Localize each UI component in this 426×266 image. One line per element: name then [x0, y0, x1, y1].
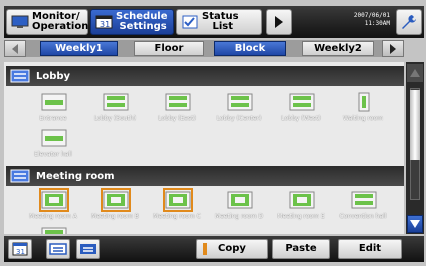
unit-label: Lobby (South) [93, 115, 137, 122]
top-toolbar: Monitor/ Operation 31 Schedule Settings … [4, 6, 424, 38]
copy-indicator [203, 243, 207, 255]
unit-label: Entrance [39, 115, 67, 122]
unit-elevator-hall[interactable]: Elevator hall [22, 128, 84, 162]
indoor-unit-icon [41, 93, 67, 111]
unit-meeting-room-b[interactable]: Meeting room B [84, 188, 146, 224]
indoor-unit-icon [289, 93, 315, 111]
next-page-button[interactable] [266, 9, 292, 35]
wrench-icon [402, 15, 416, 29]
tab-next-button[interactable] [382, 40, 404, 57]
unit-lobby-east[interactable]: Lobby (East) [146, 92, 208, 126]
block-icon [80, 244, 96, 254]
unit-label: Meeting room E [277, 213, 325, 220]
tab-weekly2[interactable]: Weekly2 [302, 41, 374, 56]
arrow-up-icon [410, 69, 420, 77]
unit-label: Elevator hall [34, 151, 72, 158]
calendar-icon: 31 [95, 15, 113, 29]
unit-waiting-room[interactable]: Waiting room [332, 92, 394, 126]
indoor-unit-icon [41, 227, 67, 234]
tab-floor[interactable]: Floor [134, 41, 204, 56]
arrow-right-icon [390, 43, 396, 54]
unit-label: Meeting room C [153, 213, 201, 220]
indoor-unit-icon [289, 191, 315, 209]
group-header-meeting-room[interactable]: Meeting room [6, 166, 404, 186]
edit-button[interactable]: Edit [338, 239, 402, 259]
group-header-lobby[interactable]: Lobby [6, 66, 404, 86]
vertical-scrollbar[interactable] [406, 62, 424, 234]
scroll-thumb[interactable] [410, 90, 420, 160]
unit-lobby-center[interactable]: Lobby (Center) [208, 92, 270, 126]
group-icon [10, 169, 30, 183]
calendar-icon: 31 [12, 242, 28, 256]
maintenance-button[interactable] [396, 9, 422, 35]
indoor-unit-icon [227, 93, 253, 111]
block-view-button[interactable] [76, 239, 100, 259]
paste-button[interactable]: Paste [272, 239, 330, 259]
indoor-unit-icon [101, 188, 131, 212]
unit-meeting-room-d[interactable]: Meeting room D [208, 190, 270, 224]
indoor-unit-icon [163, 188, 193, 212]
unit-label: Lobby (Center) [216, 115, 262, 122]
schedule-settings-label: Schedule Settings [116, 11, 168, 32]
unit-lobby-west[interactable]: Lobby (West) [270, 92, 332, 126]
svg-text:31: 31 [100, 20, 110, 29]
calendar-view-button[interactable]: 31 [8, 239, 32, 259]
indoor-unit-icon [351, 191, 377, 209]
tab-prev-button[interactable] [4, 40, 26, 57]
unit-label: Meeting room B [91, 213, 139, 220]
unit-label: Meeting room A [29, 213, 77, 220]
status-list-button[interactable]: Status List [176, 9, 262, 35]
unit-lobby-south[interactable]: Lobby (South) [84, 92, 146, 126]
controller-screen: Monitor/ Operation 31 Schedule Settings … [0, 0, 426, 266]
block-list: Lobby Entrance Lobby (South) Lobby (East… [4, 62, 404, 234]
unit-label: Lobby (East) [158, 115, 196, 122]
group-view-button[interactable] [46, 239, 70, 259]
schedule-tab-row: Weekly1 Floor Block Weekly2 [4, 40, 404, 57]
group-name: Lobby [36, 70, 71, 82]
tab-block[interactable]: Block [214, 41, 286, 56]
indoor-unit-icon [165, 93, 191, 111]
unit-meeting-room-a[interactable]: Meeting room A [22, 188, 84, 224]
unit-label: Convention hall [339, 213, 387, 220]
svg-text:31: 31 [16, 248, 25, 256]
indoor-unit-icon [41, 129, 67, 147]
indoor-unit-icon [227, 191, 253, 209]
monitor-operation-button[interactable]: Monitor/ Operation [6, 9, 88, 35]
arrow-left-icon [12, 43, 18, 54]
monitor-icon [11, 15, 29, 28]
tab-weekly1[interactable]: Weekly1 [40, 41, 118, 56]
group-icon [10, 69, 30, 83]
paste-label: Paste [285, 243, 317, 254]
unit-label: Meeting room D [214, 213, 264, 220]
group-name: Meeting room [36, 170, 115, 182]
edit-label: Edit [358, 243, 382, 254]
arrow-down-icon [410, 220, 420, 228]
unit-meeting-room-e[interactable]: Meeting room E [270, 190, 332, 224]
unit-convention-hall[interactable]: Convention hall [332, 190, 394, 224]
status-list-label: Status List [202, 11, 239, 32]
scroll-up-button[interactable] [407, 64, 423, 82]
copy-button[interactable]: Copy [196, 239, 268, 259]
indoor-unit-icon [358, 92, 370, 112]
unit-entrance[interactable]: Entrance [22, 92, 84, 126]
date-text: 2007/06/01 [353, 12, 390, 19]
schedule-settings-button[interactable]: 31 Schedule Settings [90, 9, 174, 35]
unit-label: Lobby (West) [281, 115, 321, 122]
unit-partial-next-row[interactable] [22, 226, 84, 234]
unit-meeting-room-c[interactable]: Meeting room C [146, 188, 208, 224]
indoor-unit-icon [103, 93, 129, 111]
monitor-operation-label: Monitor/ Operation [32, 11, 89, 32]
indoor-unit-icon [39, 188, 69, 212]
group-icon [49, 243, 67, 255]
clock: 2007/06/01 11:30AM [354, 12, 390, 28]
play-right-icon [275, 16, 283, 28]
bottom-toolbar: 31 Copy Paste Edit [4, 236, 424, 262]
unit-label: Waiting room [343, 115, 383, 122]
copy-label: Copy [218, 243, 246, 254]
time-text: 11:30AM [364, 20, 390, 27]
scroll-down-button[interactable] [407, 215, 423, 233]
checklist-icon [182, 15, 198, 29]
